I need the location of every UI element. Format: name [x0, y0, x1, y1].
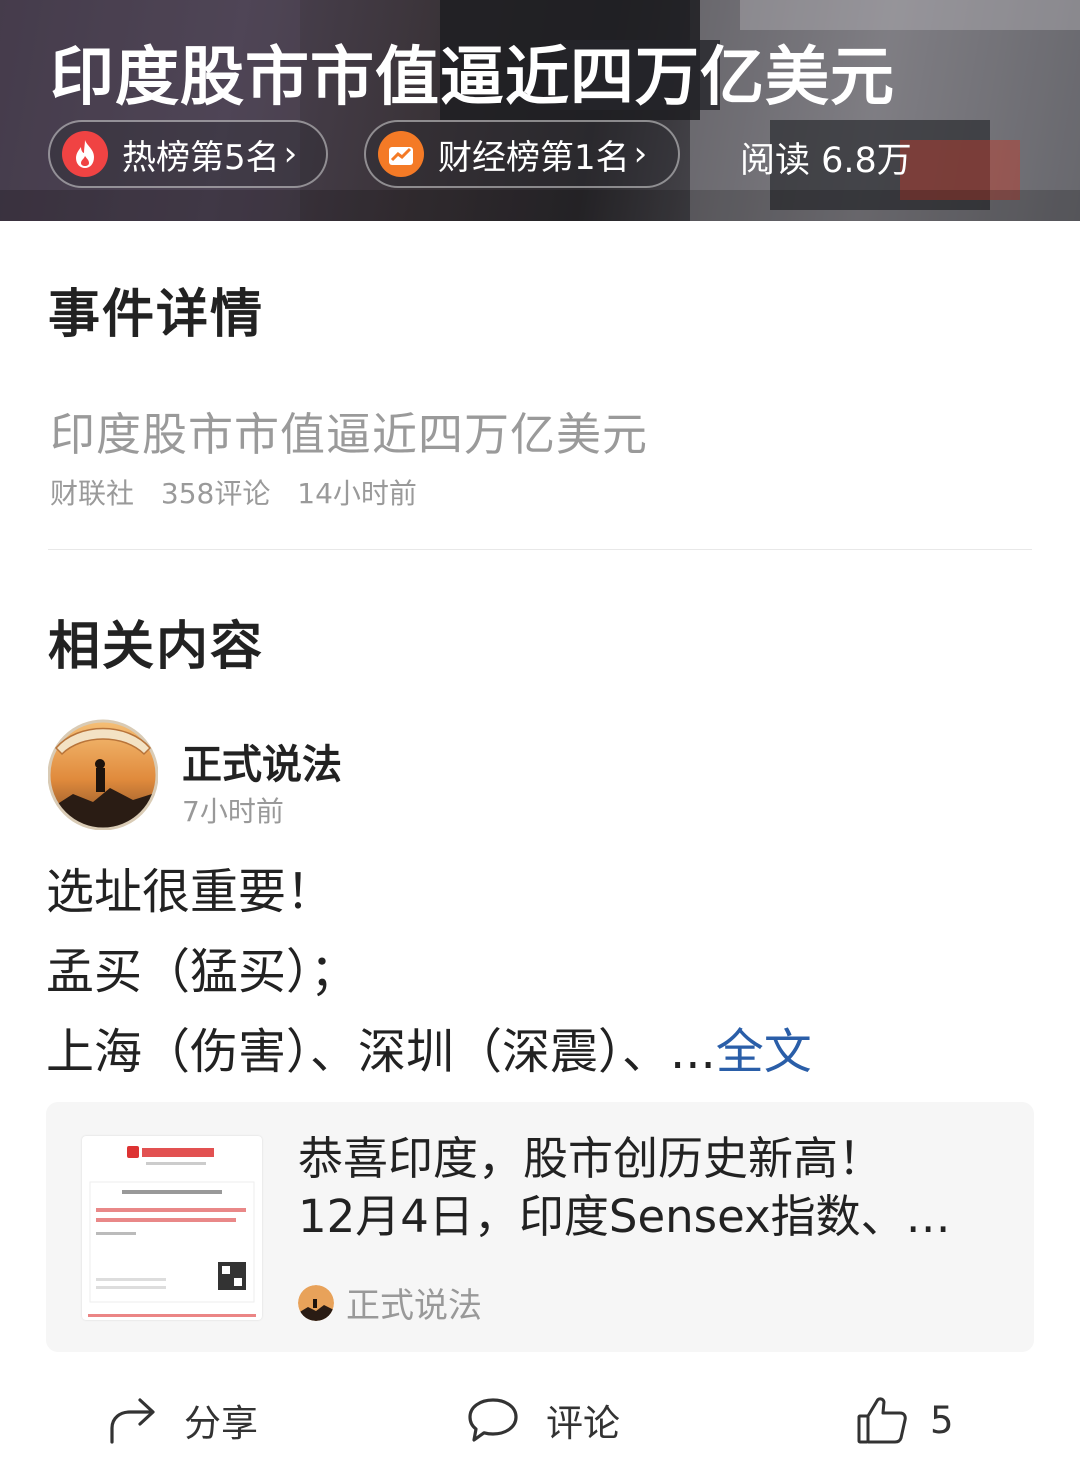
read-count: 阅读 6.8万 — [740, 141, 912, 181]
chart-icon — [378, 131, 424, 177]
quoted-author-avatar — [298, 1284, 334, 1321]
quoted-article-title: 恭喜印度，股市创历史新高！ 12月4日，印度Sensex指数、… — [298, 1130, 998, 1246]
share-icon — [110, 1398, 155, 1444]
thumbs-up-icon — [857, 1397, 907, 1444]
finance-rank-badge[interactable]: 财经榜第1名 › — [364, 120, 680, 188]
event-headline-link[interactable]: 印度股市市值逼近四万亿美元 — [50, 398, 648, 463]
hot-rank-label: 热榜第5名 — [122, 137, 280, 178]
fire-icon — [62, 131, 108, 177]
chevron-right-icon: › — [633, 134, 648, 174]
event-time: 14小时前 — [297, 477, 417, 510]
share-button[interactable]: 分享 — [108, 1390, 258, 1450]
quoted-author-name: 正式说法 — [346, 1286, 482, 1326]
quoted-title-line: 12月4日，印度Sensex指数、… — [298, 1190, 951, 1243]
author-name[interactable]: 正式说法 — [182, 732, 342, 790]
comment-icon — [468, 1398, 518, 1442]
hero-banner: 印度股市市值逼近四万亿美元 热榜第5名 › 财经榜第1名 › 阅读 6.8万 — [0, 0, 1080, 221]
section-title-related: 相关内容 — [48, 617, 265, 677]
comment-label: 评论 — [546, 1402, 620, 1445]
author-avatar[interactable] — [47, 718, 159, 831]
quoted-article-author: 正式说法 — [298, 1278, 482, 1327]
post-text-line: 选址很重要！ — [46, 864, 335, 920]
quoted-article-card[interactable]: 恭喜印度，股市创历史新高！ 12月4日，印度Sensex指数、… 正式说法 — [46, 1102, 1034, 1352]
chevron-right-icon: › — [283, 134, 298, 174]
post-text-line: 孟买（猛买）； — [46, 944, 359, 1000]
like-button[interactable]: 5 — [856, 1390, 954, 1450]
share-label: 分享 — [184, 1402, 258, 1445]
event-meta: 财联社 358评论 14小时前 — [50, 472, 417, 512]
event-title: 印度股市市值逼近四万亿美元 — [50, 41, 895, 115]
post-text-line-last: 上海（伤害）、深圳（深震）、...全文 — [46, 1012, 812, 1082]
hot-rank-badge[interactable]: 热榜第5名 › — [48, 120, 328, 188]
section-title-event-details: 事件详情 — [48, 285, 265, 345]
finance-rank-label: 财经榜第1名 — [438, 137, 630, 178]
post-time: 7小时前 — [182, 795, 284, 828]
full-text-link[interactable]: 全文 — [716, 1024, 812, 1080]
divider — [48, 549, 1032, 550]
event-source: 财联社 — [50, 477, 135, 510]
post-text-line: 上海（伤害）、深圳（深震）、... — [46, 1024, 716, 1080]
article-thumbnail — [82, 1136, 262, 1320]
like-count: 5 — [930, 1398, 954, 1442]
comment-button[interactable]: 评论 — [466, 1390, 620, 1450]
event-comment-count: 358评论 — [160, 477, 271, 510]
quoted-title-line: 恭喜印度，股市创历史新高！ — [298, 1132, 884, 1185]
